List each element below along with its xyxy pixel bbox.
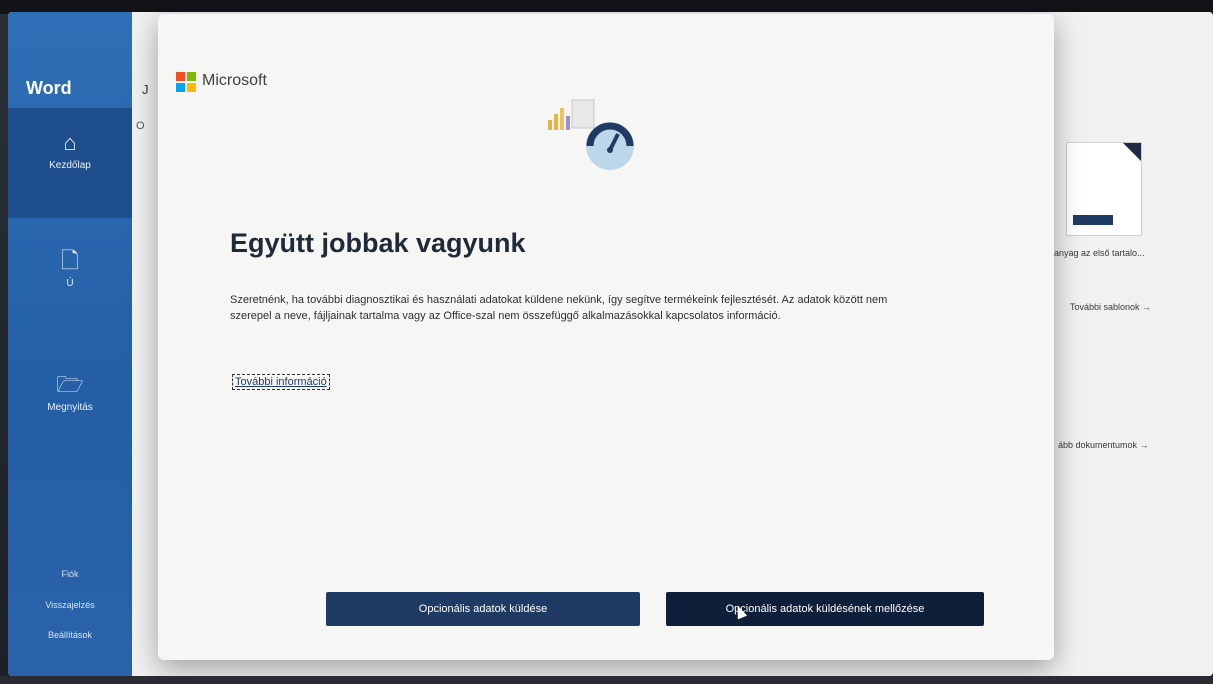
sidebar-item-home[interactable]: ⌂ Kezdőlap bbox=[8, 130, 132, 172]
more-info-link[interactable]: További információ bbox=[232, 374, 330, 390]
diagnostics-illustration-icon bbox=[548, 99, 634, 170]
dialog-body-text: Szeretnénk, ha további diagnosztikai és … bbox=[230, 294, 888, 322]
skip-optional-data-button[interactable]: Opcionális adatok küldésének mellőzése bbox=[666, 592, 984, 626]
more-documents-link[interactable]: ább dokumentumok → bbox=[1058, 440, 1149, 450]
new-document-icon: 🗋 bbox=[61, 248, 79, 273]
template-card-corner bbox=[1123, 143, 1141, 161]
sidebar-item-account[interactable]: Fiók bbox=[8, 569, 132, 579]
more-templates-link[interactable]: További sablonok → bbox=[1070, 302, 1151, 312]
sidebar-item-open[interactable]: 🗁 Megnyitás bbox=[8, 372, 132, 414]
template-card-title: anyag az első tartalo... bbox=[1054, 248, 1145, 258]
sidebar-item-label: Kezdőlap bbox=[49, 160, 91, 171]
screen: Word ⌂ Kezdőlap 🗋 Ú 🗁 Megnyitás Fiók Vis… bbox=[0, 0, 1213, 684]
home-icon: ⌂ bbox=[63, 130, 77, 155]
sidebar-item-new[interactable]: 🗋 Ú bbox=[8, 248, 132, 290]
sidebar: Word ⌂ Kezdőlap 🗋 Ú 🗁 Megnyitás Fiók Vis… bbox=[8, 12, 132, 676]
send-optional-data-button[interactable]: Opcionális adatok küldése bbox=[326, 592, 640, 626]
sidebar-item-label: Ú bbox=[66, 278, 74, 289]
microsoft-brand-text: Microsoft bbox=[202, 72, 267, 89]
greeting-fragment: J bbox=[142, 82, 149, 97]
taskbar bbox=[0, 676, 1213, 684]
template-card[interactable] bbox=[1066, 142, 1142, 236]
section-fragment: O bbox=[136, 120, 145, 132]
sidebar-item-feedback[interactable]: Visszajelzés bbox=[8, 600, 132, 610]
template-card-bar bbox=[1073, 215, 1113, 225]
sidebar-item-label: Megnyitás bbox=[47, 402, 93, 413]
app-title: Word bbox=[26, 78, 72, 98]
sidebar-item-options[interactable]: Beállítások bbox=[8, 630, 132, 640]
microsoft-logo-icon bbox=[176, 72, 196, 92]
diagnostics-dialog: Microsoft Együtt jobbak vagyunk Szeretné… bbox=[158, 14, 1054, 660]
folder-open-icon: 🗁 bbox=[56, 372, 84, 397]
dialog-headline: Együtt jobbak vagyunk bbox=[230, 228, 526, 258]
